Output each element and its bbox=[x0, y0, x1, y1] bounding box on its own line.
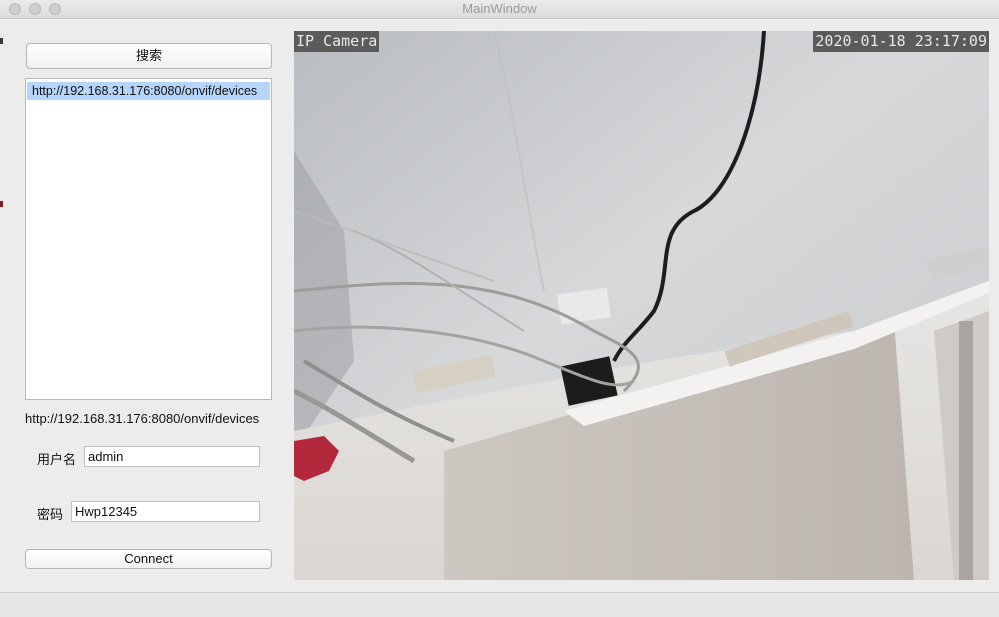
username-label: 用户名 bbox=[37, 452, 77, 467]
background-window-edge bbox=[0, 38, 3, 44]
device-list[interactable]: http://192.168.31.176:8080/onvif/devices bbox=[25, 78, 272, 400]
window-title: MainWindow bbox=[462, 1, 537, 16]
background-window-edge bbox=[0, 201, 3, 207]
camera-frame-image bbox=[294, 31, 989, 580]
device-list-item[interactable]: http://192.168.31.176:8080/onvif/devices bbox=[27, 82, 270, 100]
title-bar: MainWindow bbox=[0, 0, 999, 19]
camera-view: IP Camera 2020-01-18 23:17:09 bbox=[294, 31, 989, 580]
camera-osd-title: IP Camera bbox=[294, 31, 380, 52]
username-field[interactable] bbox=[84, 446, 260, 467]
password-label: 密码 bbox=[37, 507, 64, 522]
selected-device-url: http://192.168.31.176:8080/onvif/devices bbox=[25, 411, 260, 426]
password-field[interactable] bbox=[71, 501, 260, 522]
search-button[interactable]: 搜索 bbox=[26, 43, 272, 69]
camera-osd-timestamp: 2020-01-18 23:17:09 bbox=[813, 31, 989, 52]
status-bar bbox=[0, 592, 999, 617]
connect-button[interactable]: Connect bbox=[25, 549, 272, 569]
